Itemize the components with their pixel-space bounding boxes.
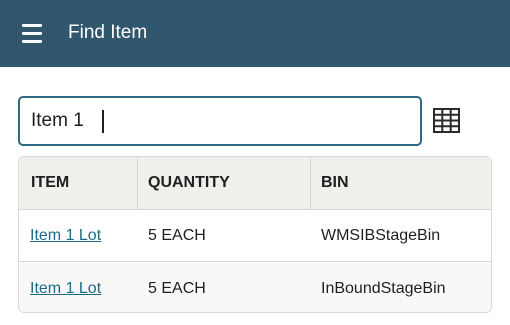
item-cell: Item 1 Lot <box>30 263 101 312</box>
item-link[interactable]: Item 1 Lot <box>30 227 101 244</box>
item-cell: Item 1 Lot <box>30 210 101 261</box>
quantity-cell: 5 EACH <box>148 227 206 244</box>
text-cursor <box>102 110 104 133</box>
column-divider <box>310 157 311 209</box>
table-header: ITEM QUANTITY BIN <box>19 157 491 210</box>
column-header-item[interactable]: ITEM <box>31 157 69 209</box>
page-title: Find Item <box>68 22 148 43</box>
search-input[interactable] <box>20 98 420 144</box>
search-field[interactable] <box>18 96 422 146</box>
table-row[interactable]: Item 1 Lot 5 EACH InBoundStageBin <box>19 263 491 312</box>
results-table: ITEM QUANTITY BIN Item 1 Lot 5 EACH WMSI… <box>18 156 492 313</box>
hamburger-menu-icon[interactable] <box>22 24 42 43</box>
app-header: Find Item <box>0 0 510 67</box>
column-header-quantity[interactable]: QUANTITY <box>148 157 230 209</box>
bin-cell: InBoundStageBin <box>321 280 446 297</box>
bin-cell: WMSIBStageBin <box>321 227 441 244</box>
column-divider <box>137 157 138 209</box>
column-header-bin[interactable]: BIN <box>321 157 349 209</box>
table-row[interactable]: Item 1 Lot 5 EACH WMSIBStageBin <box>19 210 491 262</box>
grid-icon[interactable] <box>433 108 460 133</box>
quantity-cell: 5 EACH <box>148 280 206 297</box>
item-link[interactable]: Item 1 Lot <box>30 280 101 297</box>
